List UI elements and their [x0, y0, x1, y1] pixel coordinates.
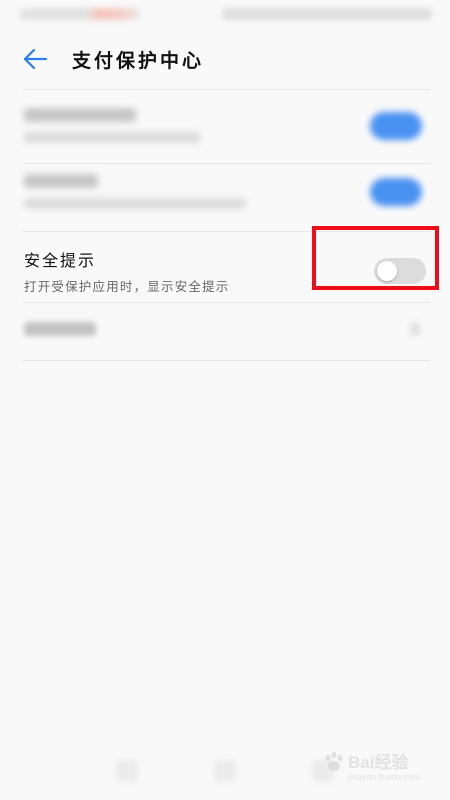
page-title: 支付保护中心: [72, 50, 205, 72]
status-bar-left-blurred: [20, 8, 140, 20]
back-button[interactable]: [20, 44, 50, 74]
baidu-jingyan-watermark: Bai经验 jingyan.baidu.com: [318, 744, 430, 792]
nav-back-icon[interactable]: [116, 760, 138, 782]
header: 支付保护中心: [0, 28, 450, 90]
status-bar: [0, 0, 450, 28]
blurred-row-1-toggle[interactable]: [370, 112, 422, 140]
blurred-setting-row-3[interactable]: [0, 310, 450, 354]
blurred-row-2-subtitle: [24, 198, 246, 209]
blurred-row-1-subtitle: [24, 132, 200, 143]
red-highlight-box: [312, 226, 439, 290]
header-divider: [22, 89, 430, 90]
nav-home-icon[interactable]: [214, 760, 236, 782]
row-divider-4: [22, 360, 430, 361]
blurred-row-3-title: [24, 322, 96, 336]
watermark-brand: Bai经验: [348, 753, 409, 772]
paw-icon: [325, 751, 343, 771]
arrow-left-icon: [23, 48, 48, 70]
watermark-url: jingyan.baidu.com: [348, 772, 421, 782]
chevron-right-icon: [410, 322, 420, 336]
blurred-setting-row-1[interactable]: [0, 98, 450, 164]
status-bar-right-blurred: [222, 8, 432, 20]
screen: 支付保护中心 安全提示 打开受保护应用时，显示安全提示 Bai经验 jingya…: [0, 0, 450, 800]
blurred-setting-row-2[interactable]: [0, 164, 450, 230]
blurred-row-1-title: [24, 108, 136, 122]
row-divider-3: [22, 302, 430, 303]
security-tip-title: 安全提示: [24, 251, 97, 270]
security-tip-description: 打开受保护应用时，显示安全提示: [24, 279, 230, 294]
blurred-row-2-title: [24, 174, 98, 188]
blurred-row-2-toggle[interactable]: [370, 178, 422, 206]
